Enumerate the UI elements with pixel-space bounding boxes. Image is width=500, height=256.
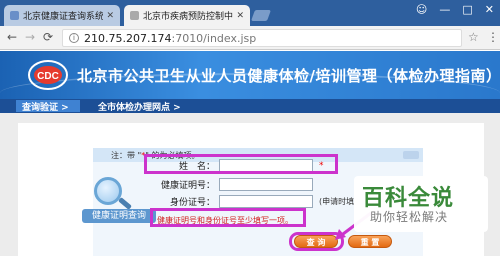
- health-cert-label: 健康证明号：: [160, 181, 215, 191]
- window-controls: ☺ — □ ✕: [416, 3, 494, 16]
- site-banner: CDC 北京市公共卫生从业人员健康体检/培训管理（体检办理指南）: [0, 51, 500, 99]
- url-field[interactable]: i 210.75.207.174:7010/index.jsp: [62, 29, 462, 47]
- note-text: 注：带 ": [111, 150, 142, 160]
- id-number-label: 身份证号：: [169, 198, 215, 208]
- tab-close-icon[interactable]: ✕: [236, 11, 244, 21]
- forward-arrow-icon[interactable]: →: [25, 30, 35, 44]
- tab-title: 北京市疾病预防控制中心: [143, 12, 234, 22]
- name-field-highlight: [144, 154, 338, 174]
- profile-icon[interactable]: ☺: [416, 3, 427, 16]
- url-host: 210.75.207.174: [84, 31, 172, 45]
- watermark: 百科全说 助你轻松解决: [354, 176, 488, 232]
- url-path: :7010/index.jsp: [171, 31, 257, 45]
- nav-query-verify[interactable]: 查询验证 >: [16, 100, 80, 113]
- site-title: 北京市公共卫生从业人员健康体检/培训管理（体检办理指南）: [77, 67, 500, 85]
- info-icon[interactable]: i: [69, 33, 79, 43]
- form-hint: 健康证明号和身份证号至少填写一项。: [157, 216, 293, 225]
- browser-tab-strip: 北京健康证查询系统_百度... ✕ 北京市疾病预防控制中心 ✕ ☺ — □ ✕: [0, 0, 500, 26]
- health-cert-input[interactable]: [219, 178, 313, 191]
- health-cert-row: 健康证明号：: [155, 178, 313, 191]
- nav-exam-sites[interactable]: 全市体检办理网点 >: [92, 100, 187, 113]
- health-cert-query-badge: 健康证明查询: [82, 177, 156, 225]
- browser-tab-baidu[interactable]: 北京健康证查询系统_百度... ✕: [4, 5, 120, 26]
- svg-text:CDC: CDC: [37, 71, 59, 82]
- close-window-button[interactable]: ✕: [485, 3, 494, 16]
- new-tab-button[interactable]: [250, 10, 272, 21]
- watermark-subtitle: 助你轻松解决: [370, 210, 449, 224]
- address-toolbar: ← → ⟳ i 210.75.207.174:7010/index.jsp ☆ …: [0, 26, 500, 50]
- browser-menu-icon[interactable]: ⋮: [487, 30, 499, 44]
- back-arrow-icon[interactable]: ←: [7, 30, 17, 44]
- reload-icon[interactable]: ⟳: [43, 30, 53, 44]
- tab-close-icon[interactable]: ✕: [106, 11, 114, 21]
- id-number-note: (申请时填: [319, 197, 355, 206]
- badge-label: 健康证明查询: [82, 209, 156, 223]
- tab-title: 北京健康证查询系统_百度...: [23, 12, 104, 22]
- browser-tab-cdc[interactable]: 北京市疾病预防控制中心 ✕: [124, 5, 250, 26]
- page-favicon-icon: [130, 11, 139, 20]
- bookmark-star-icon[interactable]: ☆: [468, 30, 479, 44]
- site-nav: 查询验证 > 全市体检办理网点 >: [0, 99, 500, 113]
- maximize-button[interactable]: □: [462, 3, 472, 16]
- cdc-logo-icon: CDC: [28, 60, 68, 90]
- minimize-button[interactable]: —: [439, 3, 450, 16]
- id-number-input[interactable]: [219, 195, 313, 208]
- id-number-row: 身份证号： (申请时填: [155, 195, 354, 208]
- scroll-indicator[interactable]: [403, 151, 419, 159]
- magnifier-handle: [118, 197, 132, 210]
- baidu-favicon-icon: [10, 11, 19, 20]
